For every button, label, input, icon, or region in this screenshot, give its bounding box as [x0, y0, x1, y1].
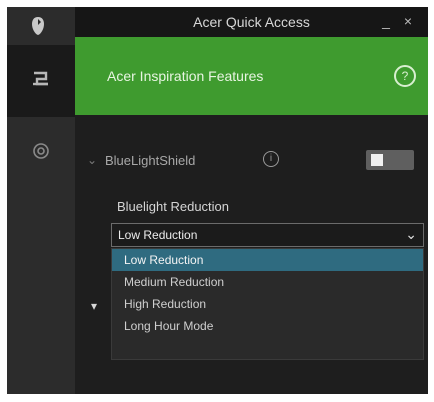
monitor-icon: [31, 70, 51, 93]
info-icon[interactable]: i: [263, 151, 279, 167]
bluelight-label: BlueLightShield: [105, 153, 196, 168]
help-icon[interactable]: ?: [394, 65, 416, 87]
dropdown-option[interactable]: Long Hour Mode: [112, 315, 423, 337]
main-content: ⌄ BlueLightShield i Bluelight Reduction …: [75, 115, 428, 394]
chevron-down-icon: ⌄: [405, 226, 417, 242]
dropdown-option[interactable]: Medium Reduction: [112, 271, 423, 293]
close-button[interactable]: ×: [398, 11, 418, 31]
sidebar: [7, 7, 75, 394]
reduction-dropdown: Low Reduction Medium Reduction High Redu…: [111, 248, 424, 360]
chevron-down-icon[interactable]: ⌄: [87, 153, 97, 167]
settings-icon: [31, 141, 51, 166]
bluelight-toggle[interactable]: [366, 150, 414, 170]
select-value: Low Reduction: [118, 228, 198, 242]
reduction-label: Bluelight Reduction: [117, 199, 230, 214]
minimize-button[interactable]: _: [376, 11, 396, 31]
app-window: Acer Quick Access _ × Acer Inspiration F…: [7, 7, 428, 394]
dropdown-option[interactable]: High Reduction: [112, 293, 423, 315]
bluelight-row: ⌄ BlueLightShield i: [87, 150, 416, 171]
dropdown-option[interactable]: Low Reduction: [112, 249, 423, 271]
feature-banner: Acer Inspiration Features ?: [75, 37, 428, 115]
toggle-knob: [371, 154, 383, 166]
chevron-right-icon[interactable]: ▾: [91, 299, 97, 313]
reduction-select[interactable]: Low Reduction ⌄: [111, 223, 424, 247]
banner-text: Acer Inspiration Features: [107, 68, 264, 84]
title-bar: Acer Quick Access _ ×: [75, 7, 428, 37]
acer-logo-icon: [27, 15, 49, 37]
sidebar-tab-settings[interactable]: [7, 117, 75, 189]
sidebar-tab-monitor[interactable]: [7, 45, 75, 117]
